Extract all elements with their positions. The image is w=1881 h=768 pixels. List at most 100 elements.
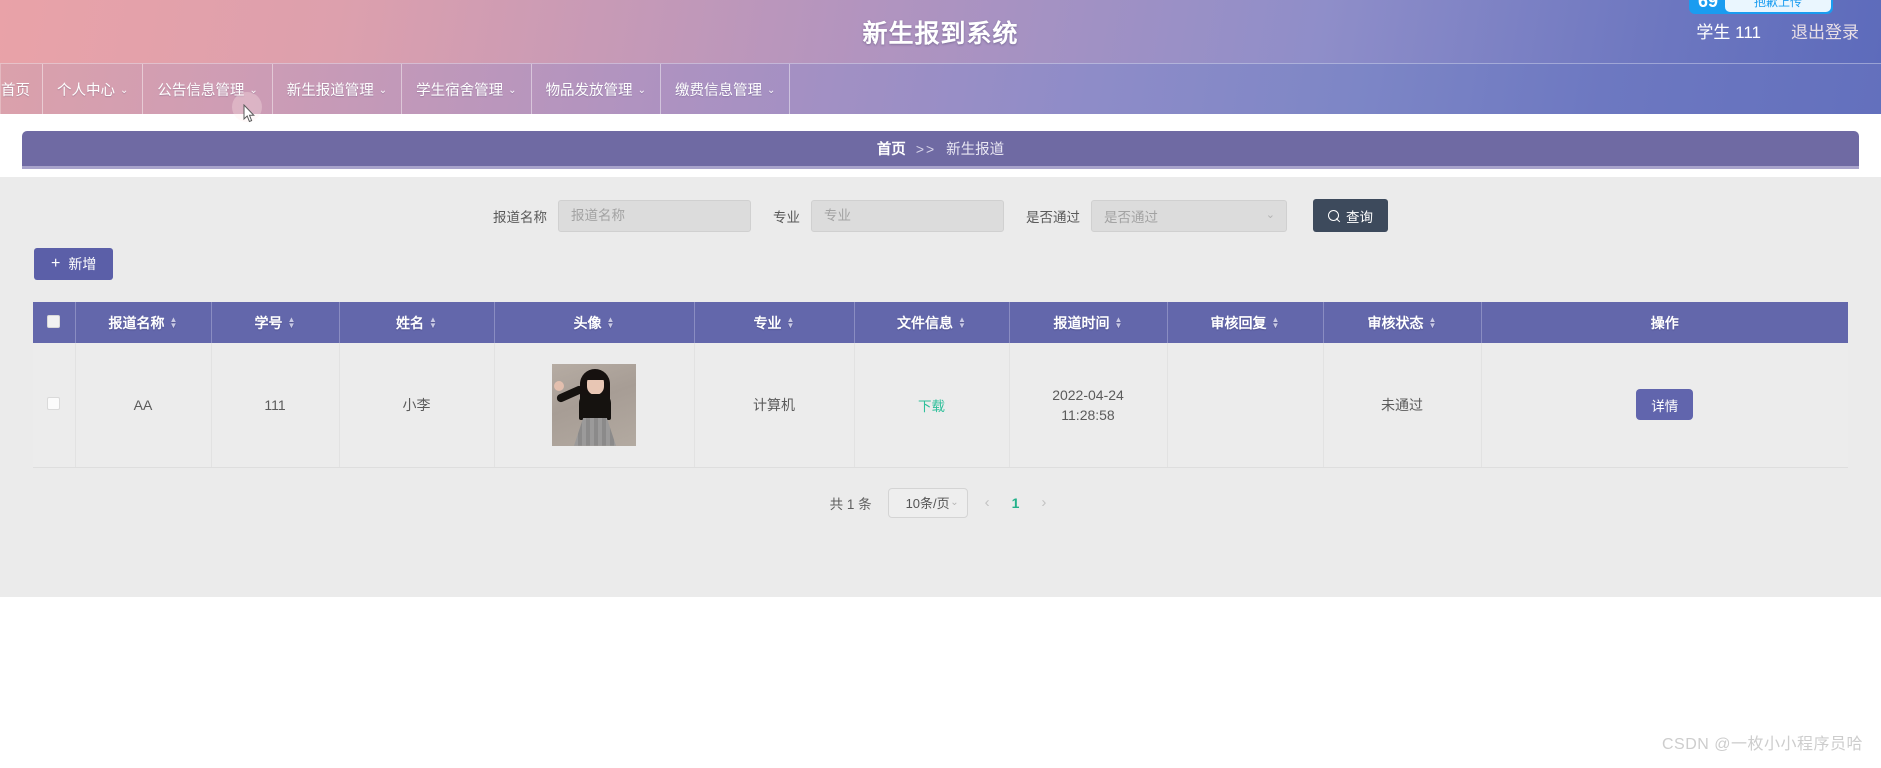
column-actions: 操作 — [1481, 302, 1848, 343]
cell-report-name: AA — [75, 343, 212, 468]
nav-item-announcement-management[interactable]: 公告信息管理 ⌄ — [143, 64, 273, 114]
nav-item-label: 首页 — [1, 82, 30, 99]
cell-report-time: 2022-04-24 11:28:58 — [1009, 343, 1168, 468]
content-panel: 报道名称 专业 是否通过 是否通过 ⌄ 查询 + 新增 — [0, 177, 1881, 597]
table-row: AA 111 小李 计算机 下载 2022-04-24 11:28:58 未通过… — [33, 343, 1848, 468]
breadcrumb-current: 新生报道 — [946, 142, 1005, 158]
column-label: 学号 — [254, 314, 283, 331]
sort-icon: ▲ ▼ — [1114, 315, 1123, 330]
detail-button[interactable]: 详情 — [1636, 389, 1694, 421]
sort-icon: ▲ ▼ — [958, 315, 966, 330]
column-label: 审核状态 — [1367, 314, 1424, 331]
download-link[interactable]: 下载 — [918, 399, 945, 414]
table-toolbar: + 新增 — [0, 246, 1881, 280]
cell-audit-reply — [1167, 343, 1324, 468]
nav-item-dormitory-management[interactable]: 学生宿舍管理 ⌄ — [402, 64, 532, 114]
cell-audit-status: 未通过 — [1323, 343, 1482, 468]
column-file-info[interactable]: 文件信息 ▲ ▼ — [854, 302, 1010, 343]
chevron-down-icon: ⌄ — [120, 84, 129, 96]
nav-item-label: 物品发放管理 — [545, 82, 633, 99]
logout-link[interactable]: 退出登录 — [1791, 18, 1859, 43]
major-label: 专业 — [773, 209, 800, 225]
chevron-down-icon: ⌄ — [249, 84, 258, 96]
report-name-label: 报道名称 — [493, 209, 547, 225]
browser-overlay-chip[interactable]: 69 抱歉上传 — [1689, 0, 1833, 14]
nav-item-label: 公告信息管理 — [157, 82, 245, 99]
cell-actions: 详情 — [1481, 343, 1848, 468]
select-all-column — [33, 302, 76, 343]
watermark: CSDN @一枚小小程序员哈 — [1661, 736, 1863, 753]
breadcrumb: 首页 >> 新生报道 — [22, 131, 1859, 166]
chevron-down-icon: ⌄ — [508, 84, 517, 96]
row-checkbox[interactable] — [47, 396, 61, 410]
column-label: 操作 — [1650, 314, 1679, 331]
search-button[interactable]: 查询 — [1313, 199, 1388, 232]
filter-bar: 报道名称 专业 是否通过 是否通过 ⌄ 查询 — [0, 177, 1881, 246]
breadcrumb-home-link[interactable]: 首页 — [877, 138, 906, 159]
cell-file-info: 下载 — [854, 343, 1010, 468]
plus-icon: + — [51, 255, 61, 272]
column-name[interactable]: 姓名 ▲ ▼ — [339, 302, 495, 343]
student-avatar[interactable] — [552, 363, 636, 446]
sort-icon: ▲ ▼ — [169, 315, 178, 330]
sort-icon: ▲ ▼ — [1271, 315, 1280, 330]
cell-student-id: 111 — [211, 343, 340, 468]
sort-icon: ▲ ▼ — [786, 315, 795, 330]
cell-avatar — [494, 343, 695, 468]
page-size-select[interactable]: 10条/页 ⌄ — [887, 487, 968, 518]
page-title: 新生报到系统 — [862, 19, 1019, 48]
column-audit-reply[interactable]: 审核回复 ▲ ▼ — [1167, 302, 1324, 343]
select-all-checkbox[interactable] — [47, 314, 61, 328]
prev-page-button[interactable]: ‹ — [980, 494, 995, 511]
column-audit-status[interactable]: 审核状态 ▲ ▼ — [1323, 302, 1482, 343]
app-banner: 新生报到系统 学生 111 退出登录 69 抱歉上传 — [0, 0, 1881, 63]
chevron-down-icon: ⌄ — [950, 497, 959, 508]
column-student-id[interactable]: 学号 ▲ ▼ — [211, 302, 340, 343]
nav-item-label: 学生宿舍管理 — [416, 82, 504, 99]
nav-item-label: 个人中心 — [57, 82, 115, 99]
table-header-row: 报道名称 ▲ ▼ 学号 ▲ ▼ 姓名 ▲ ▼ 头像 ▲ ▼ 专业 ▲ ▼ 文件信… — [33, 302, 1848, 343]
nav-item-home[interactable]: 首页 — [0, 64, 43, 114]
nav-item-label: 新生报道管理 — [286, 82, 374, 99]
page-number-1[interactable]: 1 — [1007, 495, 1025, 511]
column-label: 专业 — [753, 314, 782, 331]
data-table-container: 报道名称 ▲ ▼ 学号 ▲ ▼ 姓名 ▲ ▼ 头像 ▲ ▼ 专业 ▲ ▼ 文件信… — [33, 302, 1848, 468]
column-report-name[interactable]: 报道名称 ▲ ▼ — [75, 302, 212, 343]
main-navigation: 首页 个人中心 ⌄ 公告信息管理 ⌄ 新生报道管理 ⌄ 学生宿舍管理 ⌄ 物品发… — [0, 63, 1881, 123]
major-input[interactable] — [811, 199, 1004, 232]
column-avatar[interactable]: 头像 ▲ ▼ — [494, 302, 695, 343]
pagination: 共 1 条 10条/页 ⌄ ‹ 1 › — [0, 468, 1881, 524]
row-select-cell — [33, 343, 76, 468]
nav-item-goods-distribution-management[interactable]: 物品发放管理 ⌄ — [532, 64, 661, 114]
search-icon — [1328, 209, 1340, 222]
add-button-label: 新增 — [68, 256, 97, 272]
app-root: 新生报到系统 学生 111 退出登录 69 抱歉上传 首页 个人中心 ⌄ 公告信… — [0, 0, 1881, 768]
pass-status-select[interactable]: 是否通过 ⌄ — [1091, 199, 1287, 232]
sort-icon: ▲ ▼ — [429, 315, 437, 330]
column-report-time[interactable]: 报道时间 ▲ ▼ — [1009, 302, 1168, 343]
nav-item-personal-center[interactable]: 个人中心 ⌄ — [43, 64, 144, 114]
pass-status-label: 是否通过 — [1026, 209, 1080, 225]
nav-item-payment-info-management[interactable]: 缴费信息管理 ⌄ — [661, 64, 791, 114]
next-page-button[interactable]: › — [1036, 494, 1051, 511]
sort-icon: ▲ ▼ — [287, 315, 296, 330]
nav-item-label: 缴费信息管理 — [674, 82, 762, 99]
pass-status-select-value: 是否通过 — [1104, 209, 1158, 225]
avatar-hand — [554, 380, 564, 391]
chevron-down-icon: ⌄ — [378, 84, 388, 96]
chevron-down-icon: ⌄ — [637, 84, 646, 96]
column-label: 文件信息 — [897, 314, 954, 331]
report-name-input[interactable] — [558, 199, 751, 232]
chip-label: 抱歉上传 — [1725, 0, 1831, 12]
search-button-label: 查询 — [1346, 209, 1373, 225]
sort-icon: ▲ ▼ — [1428, 315, 1437, 330]
page-size-value: 10条/页 — [905, 496, 950, 511]
avatar-bangs — [584, 370, 606, 380]
column-label: 报道时间 — [1053, 314, 1110, 331]
breadcrumb-container: 首页 >> 新生报道 — [0, 114, 1881, 166]
nav-item-freshman-report-management[interactable]: 新生报道管理 ⌄ — [273, 64, 403, 114]
column-major[interactable]: 专业 ▲ ▼ — [694, 302, 855, 343]
column-label: 头像 — [573, 314, 602, 331]
breadcrumb-separator: >> — [915, 140, 937, 157]
add-button[interactable]: + 新增 — [34, 248, 114, 280]
